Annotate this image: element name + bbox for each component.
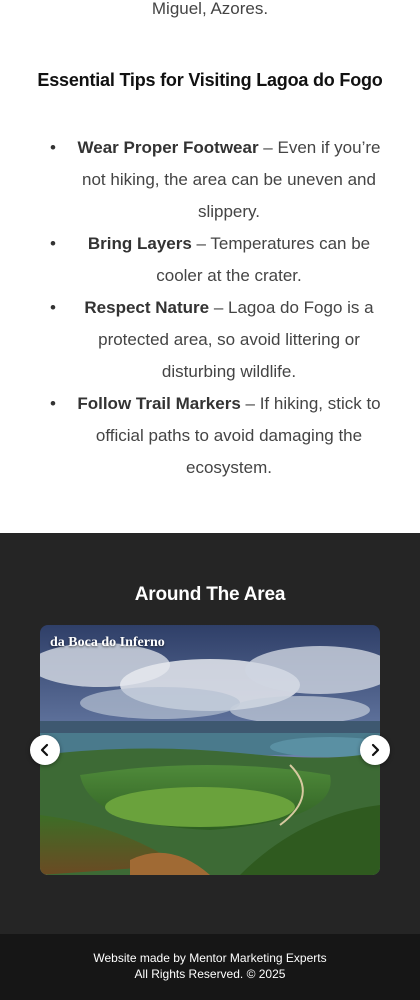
bullet: •: [50, 138, 56, 157]
tip-item-footwear: • Wear Proper Footwear – Even if you’re …: [0, 132, 420, 228]
carousel-prev-button[interactable]: [30, 735, 60, 765]
tips-list: • Wear Proper Footwear – Even if you’re …: [0, 132, 420, 484]
image-carousel[interactable]: da Boca do Inferno: [40, 625, 380, 875]
tips-heading: Essential Tips for Visiting Lagoa do Fog…: [37, 70, 383, 90]
bullet: •: [50, 234, 56, 253]
site-footer: Website made by Mentor Marketing Experts…: [0, 934, 420, 1000]
carousel-next-button[interactable]: [360, 735, 390, 765]
footer-copyright: All Rights Reserved. © 2025: [134, 967, 286, 981]
tip-title: Wear Proper Footwear: [77, 138, 259, 157]
tip-item-trail: • Follow Trail Markers – If hiking, stic…: [0, 388, 420, 484]
lagoon-landscape-image: [40, 625, 380, 875]
intro-text-tail: Miguel, Azores.: [151, 0, 269, 18]
area-heading: Around The Area: [134, 584, 286, 605]
bullet: •: [50, 298, 56, 317]
tip-title: Respect Nature: [84, 298, 210, 317]
slide-caption: da Boca do Inferno: [50, 635, 165, 650]
tip-item-nature: • Respect Nature – Lagoa do Fogo is a pr…: [0, 292, 420, 388]
footer-credit: Website made by Mentor Marketing Experts: [93, 951, 327, 965]
around-the-area-section: Around The Area da Boca do Inferno: [0, 533, 420, 934]
tip-title: Bring Layers: [87, 234, 192, 253]
chevron-left-icon: [40, 743, 49, 757]
tip-title: Follow Trail Markers: [77, 394, 241, 413]
tip-item-layers: • Bring Layers – Temperatures can be coo…: [0, 228, 420, 292]
chevron-right-icon: [371, 743, 380, 757]
bullet: •: [50, 394, 56, 413]
tips-section: Miguel, Azores. Essential Tips for Visit…: [0, 0, 420, 533]
